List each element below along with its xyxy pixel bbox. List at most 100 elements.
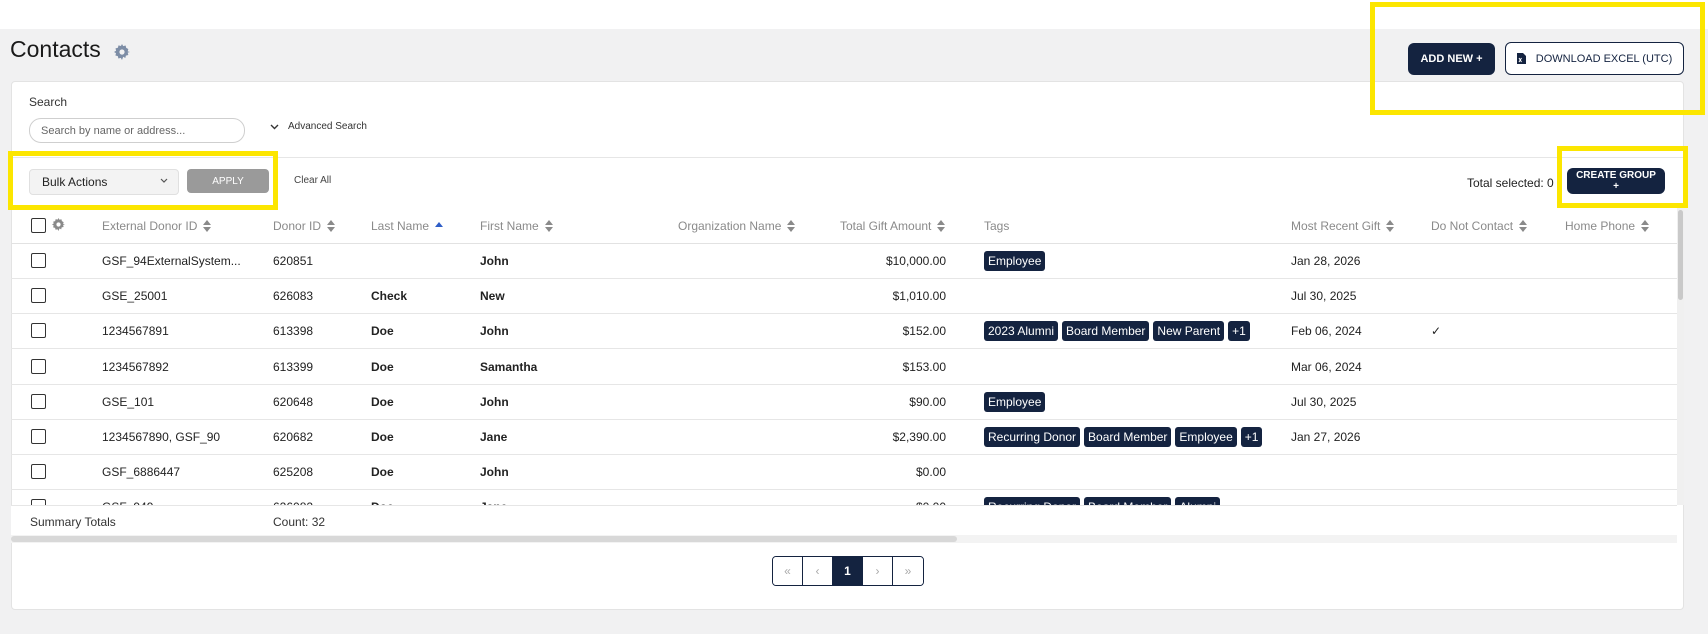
total-selected-text: Total selected: 0 <box>1467 176 1554 190</box>
apply-button[interactable]: APPLY <box>187 169 269 193</box>
cell-external-donor-id: 1234567892 <box>102 359 169 374</box>
cell-total-gift-amount: $153.00 <box>902 359 946 374</box>
scrollbar-thumb[interactable] <box>1678 210 1683 300</box>
table-row[interactable]: GSF_6886447 625208 Doe John $0.00 <box>11 455 1677 491</box>
tag-badge: Employee <box>1175 427 1237 447</box>
cell-tags: Employee <box>984 391 1046 412</box>
chevron-down-icon <box>160 178 168 183</box>
table-row[interactable]: GSE_101 620648 Doe John $90.00 Jul 30, 2025 Em… <box>11 385 1677 420</box>
column-label: Tags <box>984 219 1010 233</box>
column-header-organization-name[interactable]: Organization Name <box>678 219 796 233</box>
column-header-do-not-contact[interactable]: Do Not Contact <box>1431 219 1528 233</box>
tag-badge: Alumni <box>1175 497 1221 505</box>
cell-external-donor-id: GSF_6886447 <box>102 465 181 480</box>
cell-first-name: John <box>480 254 509 268</box>
create-group-button[interactable]: CREATE GROUP + <box>1567 168 1665 194</box>
cell-most-recent-gift: Jul 30, 2025 <box>1291 394 1357 409</box>
advanced-search-label: Advanced Search <box>288 121 367 132</box>
summary-totals-row: Summary Totals Count: 32 <box>11 505 1677 535</box>
cell-external-donor-id: GSF_94ExternalSystem... <box>102 254 241 268</box>
row-checkbox[interactable] <box>31 393 46 409</box>
cell-do-not-contact: ✓ <box>1431 324 1442 339</box>
table-row[interactable]: GSE_25001 626083 Check New $1,010.00 Jul 30, … <box>11 279 1677 315</box>
row-checkbox[interactable] <box>31 253 46 268</box>
column-header-donor-id[interactable]: Donor ID <box>273 219 336 233</box>
cell-donor-id: 613398 <box>273 324 314 339</box>
table-header: External Donor ID Donor ID Last Name Fir… <box>11 208 1677 244</box>
cell-first-name: John <box>480 324 509 339</box>
column-label: Most Recent Gift <box>1291 219 1381 233</box>
scrollbar-thumb[interactable] <box>11 536 957 542</box>
page-title: Contacts <box>10 36 101 62</box>
cell-most-recent-gift: Jul 30, 2025 <box>1291 289 1357 304</box>
cell-total-gift-amount: $90.00 <box>909 394 946 409</box>
column-header-external-donor-id[interactable]: External Donor ID <box>102 219 212 233</box>
page-1-button[interactable]: 1 <box>833 557 863 585</box>
horizontal-scrollbar[interactable] <box>11 535 1677 543</box>
cell-first-name: Jane <box>480 430 508 444</box>
contacts-table: External Donor ID Donor ID Last Name Fir… <box>11 208 1677 505</box>
cell-last-name: Check <box>371 289 408 304</box>
column-header-first-name[interactable]: First Name <box>480 219 553 233</box>
vertical-scrollbar[interactable] <box>1677 208 1684 505</box>
column-header-last-name[interactable]: Last Name <box>371 219 444 233</box>
column-header-most-recent-gift[interactable]: Most Recent Gift <box>1291 219 1395 233</box>
cell-total-gift-amount: $0.00 <box>915 465 946 480</box>
table-row[interactable]: GSF_949626082DoeJane$0.00Recurring Donor… <box>11 490 1677 505</box>
cell-first-name: New <box>480 289 505 304</box>
tag-badge: Board Member <box>1084 497 1172 505</box>
next-page-button[interactable]: › <box>863 557 893 585</box>
cell-last-name: Doe <box>371 394 394 409</box>
cell-last-name: Doe <box>371 465 394 480</box>
tag-badge: Employee <box>984 391 1046 412</box>
sort-icon <box>937 220 946 232</box>
summary-count: Count: 32 <box>273 515 326 529</box>
column-label: External Donor ID <box>102 219 198 233</box>
chevron-down-icon <box>270 124 279 129</box>
column-settings-icon[interactable] <box>52 218 65 231</box>
row-checkbox[interactable] <box>31 288 46 304</box>
search-label: Search <box>29 95 68 109</box>
sort-icon <box>787 220 796 232</box>
pagination: « ‹ 1 › » <box>772 556 924 586</box>
tag-badge: Recurring Donor <box>984 497 1081 505</box>
last-page-button[interactable]: » <box>893 557 923 585</box>
select-all-checkbox[interactable] <box>31 218 46 233</box>
cell-total-gift-amount: $1,010.00 <box>892 289 946 304</box>
tag-badge: Board Member <box>1084 427 1172 447</box>
bulk-actions-select[interactable]: Bulk Actions <box>29 169 179 195</box>
cell-most-recent-gift: Mar 06, 2024 <box>1291 359 1362 374</box>
cell-first-name: Samantha <box>480 359 538 374</box>
add-new-button[interactable]: ADD NEW + <box>1408 43 1495 75</box>
cell-donor-id: 620648 <box>273 394 314 409</box>
table-row[interactable]: 1234567892 613399 Doe Samantha $153.00 Mar 06… <box>11 350 1677 385</box>
sort-icon <box>1641 220 1650 232</box>
row-checkbox[interactable] <box>31 358 46 374</box>
cell-tags: Employee <box>984 251 1046 271</box>
cell-external-donor-id: 1234567891 <box>102 324 169 339</box>
tag-badge: Recurring Donor <box>984 427 1081 447</box>
cell-donor-id: 620682 <box>273 430 314 444</box>
cell-donor-id: 620851 <box>273 254 314 268</box>
table-row[interactable]: 1234567891 613398 Doe John $152.00 Feb 06, 20… <box>11 314 1677 350</box>
cell-last-name: Doe <box>371 359 394 374</box>
advanced-search-toggle[interactable]: Advanced Search <box>270 121 367 132</box>
column-label: First Name <box>480 219 539 233</box>
first-page-button[interactable]: « <box>773 557 803 585</box>
previous-page-button[interactable]: ‹ <box>803 557 833 585</box>
row-checkbox[interactable] <box>31 464 46 480</box>
column-header-home-phone[interactable]: Home Phone <box>1565 219 1650 233</box>
search-input[interactable] <box>29 118 245 143</box>
sort-icon <box>203 220 212 232</box>
row-checkbox[interactable] <box>31 323 46 339</box>
clear-all-link[interactable]: Clear All <box>294 175 331 186</box>
table-row[interactable]: 1234567890, GSF_90 620682 Doe Jane $2,390.00… <box>11 420 1677 455</box>
column-header-total-gift-amount[interactable]: Total Gift Amount <box>840 219 946 233</box>
tag-badge: Board Member <box>1062 321 1150 342</box>
download-excel-button[interactable]: DOWNLOAD EXCEL (UTC) <box>1505 42 1684 75</box>
row-checkbox[interactable] <box>31 429 46 444</box>
sort-icon <box>544 220 553 232</box>
table-row[interactable]: GSF_94ExternalSystem... 620851 John $10,000… <box>11 244 1677 279</box>
cell-external-donor-id: 1234567890, GSF_90 <box>102 430 221 444</box>
gear-icon[interactable] <box>114 44 130 60</box>
